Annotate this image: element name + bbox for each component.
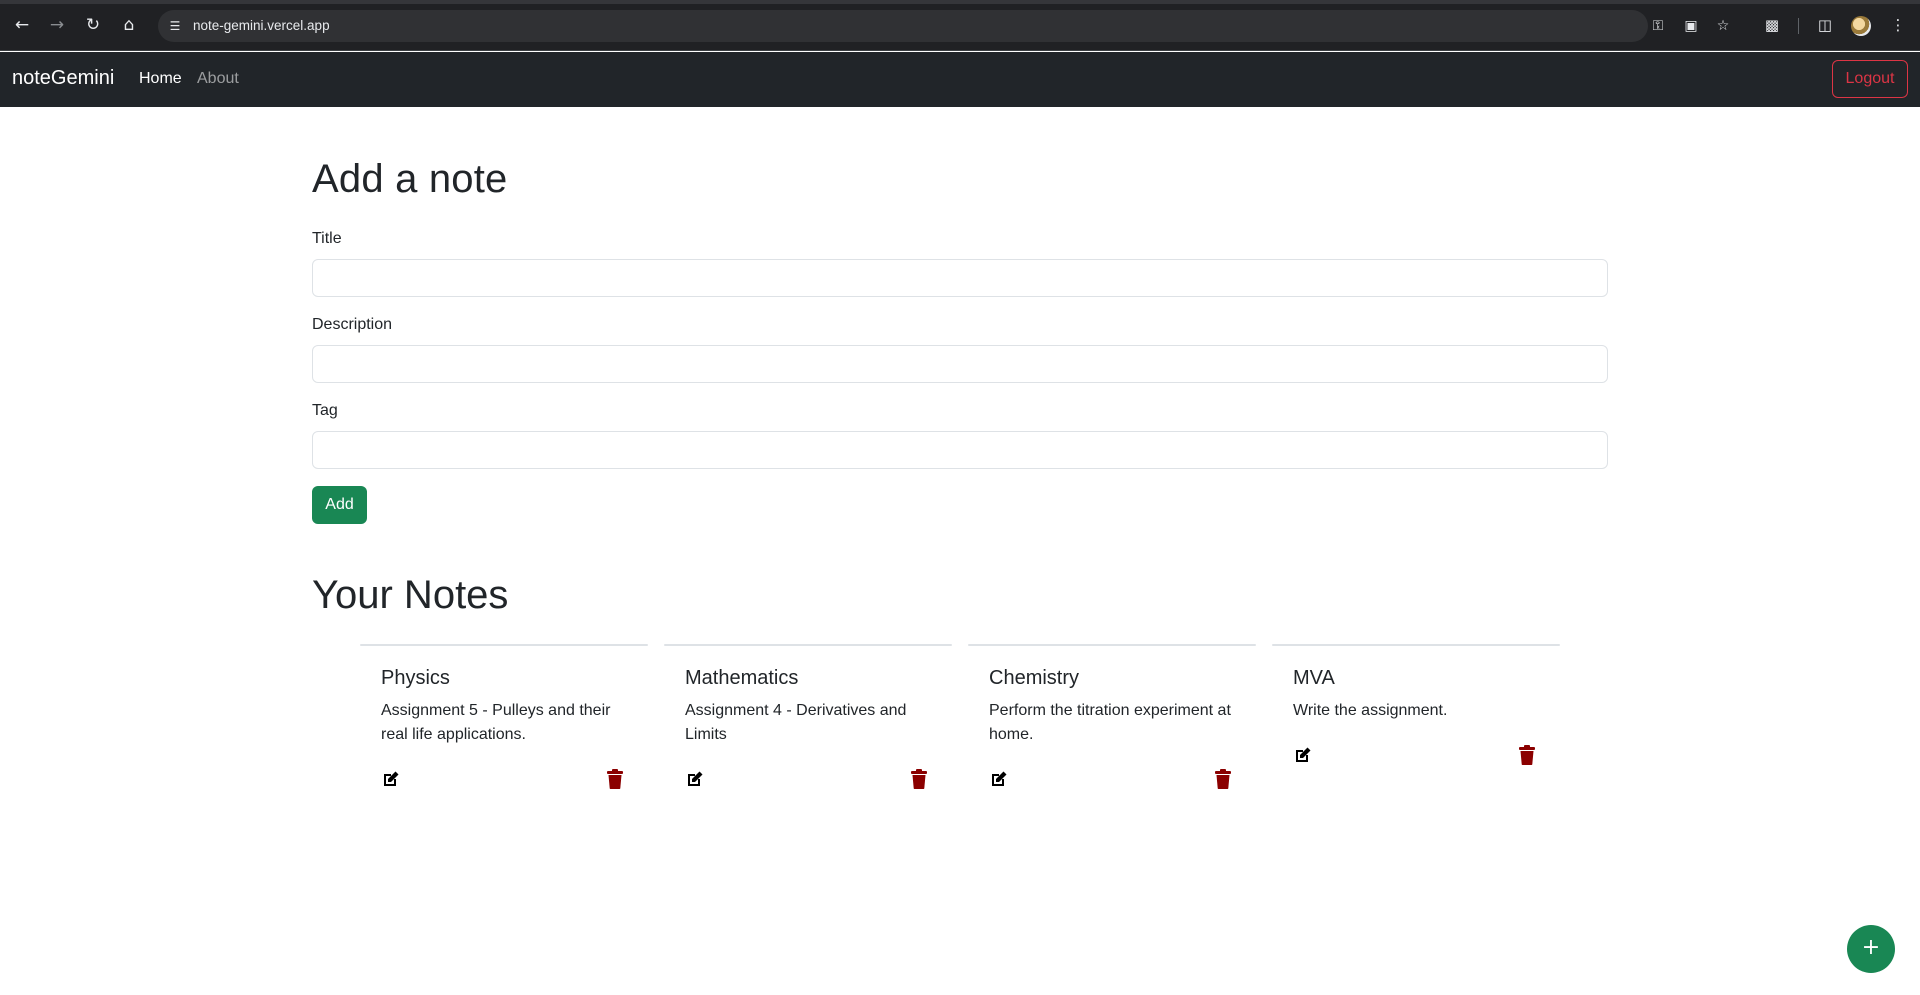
note-title: Mathematics <box>685 667 799 689</box>
kebab-menu-icon[interactable]: ⋮ <box>1888 15 1908 35</box>
trash-icon[interactable] <box>606 769 624 789</box>
note-description: Write the assignment. <box>1293 702 1448 719</box>
add-note-button[interactable]: Add <box>312 486 367 524</box>
trash-icon[interactable] <box>1518 745 1536 765</box>
edit-icon[interactable] <box>989 769 1009 789</box>
edit-icon[interactable] <box>381 769 401 789</box>
address-bar[interactable]: ☰ note-gemini.vercel.app ⚿ ▣ ☆ <box>158 10 1729 42</box>
note-description: Assignment 4 - Derivatives and Limits <box>685 702 907 743</box>
note-description: Perform the titration experiment at home… <box>989 702 1231 743</box>
browser-toolbar: ← → ↻ ⌂ ☰ note-gemini.vercel.app ⚿ ▣ ☆ ▩… <box>0 0 1920 51</box>
your-notes-heading: Your Notes <box>312 573 509 617</box>
forward-arrow-icon[interactable]: → <box>46 14 68 36</box>
app-navbar: noteGemini Home About Logout <box>0 52 1920 107</box>
title-input[interactable] <box>312 259 1608 297</box>
puzzle-icon[interactable]: ▩ <box>1762 15 1782 35</box>
note-card-chemistry: Chemistry Perform the titration experime… <box>968 644 1256 789</box>
logout-button[interactable]: Logout <box>1832 60 1908 98</box>
note-card-physics: Physics Assignment 5 - Pulleys and their… <box>360 644 648 789</box>
edit-icon[interactable] <box>1293 745 1313 765</box>
url-text[interactable]: note-gemini.vercel.app <box>193 18 330 33</box>
tune-icon[interactable]: ☰ <box>166 17 184 35</box>
note-title: MVA <box>1293 667 1335 689</box>
note-card-mva: MVA Write the assignment. <box>1272 644 1560 765</box>
trash-icon[interactable] <box>1214 769 1232 789</box>
star-icon[interactable]: ☆ <box>1713 16 1733 36</box>
description-label: Description <box>312 316 393 333</box>
avatar[interactable] <box>1851 16 1871 36</box>
toolbar-divider <box>1798 18 1799 34</box>
note-title: Physics <box>381 667 450 689</box>
home-icon[interactable]: ⌂ <box>118 14 140 36</box>
note-title: Chemistry <box>989 667 1080 689</box>
install-app-icon[interactable]: ▣ <box>1681 16 1701 36</box>
note-card-mathematics: Mathematics Assignment 4 - Derivatives a… <box>664 644 952 789</box>
tag-label: Tag <box>312 402 338 419</box>
key-icon[interactable]: ⚿ <box>1648 16 1668 36</box>
side-panel-icon[interactable]: ◫ <box>1815 15 1835 35</box>
nav-link-about[interactable]: About <box>197 70 239 88</box>
add-note-heading: Add a note <box>312 157 508 201</box>
back-arrow-icon[interactable]: ← <box>11 14 33 36</box>
tag-input[interactable] <box>312 431 1608 469</box>
tab-strip-edge <box>0 0 1920 4</box>
nav-link-home[interactable]: Home <box>139 70 182 88</box>
edit-icon[interactable] <box>685 769 705 789</box>
brand-logo[interactable]: noteGemini <box>12 67 114 90</box>
trash-icon[interactable] <box>910 769 928 789</box>
reload-icon[interactable]: ↻ <box>82 14 104 36</box>
description-input[interactable] <box>312 345 1608 383</box>
title-label: Title <box>312 230 342 247</box>
add-floating-button[interactable]: + <box>1847 925 1895 973</box>
note-description: Assignment 5 - Pulleys and their real li… <box>381 702 611 743</box>
